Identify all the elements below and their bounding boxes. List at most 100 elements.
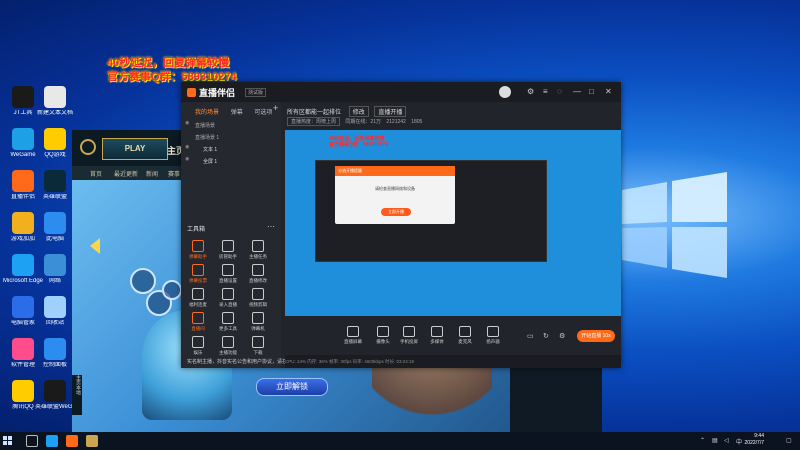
tool-label: 直播设置 [219,278,237,283]
close-icon[interactable]: ✕ [605,87,612,96]
tool-item[interactable]: 更多工具 [215,312,241,336]
tool-icon [252,288,264,300]
desktop-icon-label: 新建文本文档 [36,110,73,116]
desktop-icon-label: 控制面板 [42,362,67,368]
bottom-tool-button[interactable]: 扬声器 [481,326,505,345]
record-icon[interactable]: ▭ [527,332,534,340]
tool-item[interactable]: 娱乐 [185,336,211,360]
desktop-icon[interactable]: QQ游戏 [35,128,75,170]
app-icon [12,212,34,234]
start-button[interactable] [3,436,13,446]
tab-danmaku[interactable]: 弹幕 [231,110,243,116]
tool-item[interactable]: 下载 [245,336,271,360]
app-icon [44,128,66,150]
scene-item[interactable]: 直播场景 1 [195,134,219,141]
tab-options[interactable]: 可选项 [254,110,272,116]
desktop-icon[interactable]: 回收站 [35,296,75,338]
live-button[interactable]: 直播开播 [374,106,407,117]
tool-label: 直播修改 [249,278,267,283]
tool-item[interactable]: 录入直播 [215,288,241,312]
bottom-tool-button[interactable]: 多媒体 [425,326,449,345]
search-icon[interactable] [26,435,38,447]
desktop-icon[interactable]: 网络 [35,254,75,296]
champion-orb-icon [130,268,156,294]
game-nav-home[interactable]: 首页 [90,169,102,178]
scene-item[interactable]: 文本 1 [203,146,217,153]
desktop-icon[interactable]: 此电脑 [35,212,75,254]
tool-item[interactable]: 弹幕投票 [185,264,211,288]
bottom-tool-button[interactable]: 手机投屏 [397,326,421,345]
bottom-tool-button[interactable]: 直播屏幕 [341,326,365,345]
ime-lang[interactable]: 中 [736,437,742,446]
play-button[interactable]: PLAY [102,138,168,160]
eye-icon[interactable]: ◉ [185,156,189,162]
edge-taskbar-icon[interactable] [46,435,58,447]
room-title: 所有区都能一起排位 [287,110,342,116]
maximize-icon[interactable]: □ [589,87,594,96]
room-stats: 直播热度：周榜上周 同期在线：21万 2121242 1805 [287,117,422,126]
tab-scenes[interactable]: 我的场景 [195,110,219,116]
preview-dialog: 分流开播提醒 请检查直播网络和设备 立即开播 [335,166,455,224]
skin-icon[interactable]: ◌ [557,87,562,96]
volume-icon[interactable]: ◁ [724,437,729,444]
network-icon[interactable]: ▤ [712,437,718,444]
tool-icon [222,240,234,252]
avatar[interactable] [499,86,511,98]
lol-taskbar-icon[interactable] [86,435,98,447]
tool-item[interactable]: 直播修改 [245,264,271,288]
desktop-icon-label: 英雄联盟 [42,194,67,200]
stream-companion-window[interactable]: 直播伴侣 测试版 ⚙ ≡ ◌ — □ ✕ 我的场景 弹幕 可选项 直播场景 直播… [181,82,621,368]
tool-item[interactable]: 弹幕机 [245,312,271,336]
game-nav-news[interactable]: 新闻 [146,169,158,178]
menu-icon[interactable]: ≡ [543,87,548,96]
bottom-tool-label: 扬声器 [486,339,500,344]
tool-item[interactable]: 福利连麦 [185,288,211,312]
tool-item[interactable]: 弹幕助手 [185,240,211,264]
more-icon[interactable]: ⋯ [267,222,275,231]
stream-preview[interactable]: 40秒延迟，回复弹幕较慢 官方赛事Q群：589310274 分流开播提醒 请检查… [285,130,621,316]
game-nav-esports[interactable]: 赛事 [168,169,180,178]
minimize-icon[interactable]: — [573,87,581,96]
scene-item[interactable]: 直播场景 [195,122,215,129]
tool-icon [252,312,264,324]
carousel-prev-icon[interactable] [90,238,100,254]
app-icon [12,170,34,192]
settings-icon[interactable]: ⚙ [527,87,534,96]
stream-taskbar-icon[interactable] [66,435,78,447]
bottom-tool-label: 摄像头 [376,339,390,344]
bottom-tool-icon [347,326,359,337]
bottom-tool-button[interactable]: 麦克风 [453,326,477,345]
bottom-tool-icon [377,326,389,337]
desktop-icon[interactable]: 新建文本文档 [35,86,75,128]
tool-item[interactable]: 房管助手 [215,240,241,264]
desktop-icon[interactable]: 英雄联盟WeGame版 [35,380,75,422]
tool-item[interactable]: 主播任务 [245,240,271,264]
game-nav-updates[interactable]: 最近更新 [114,169,138,178]
notification-icon[interactable]: ▢ [786,437,792,444]
tool-item[interactable]: 直播间 [185,312,211,336]
tool-item[interactable]: 直播设置 [215,264,241,288]
app-icon [44,296,66,318]
eye-icon[interactable]: ◉ [185,144,189,150]
bottom-tool-icon [403,326,415,337]
add-scene-icon[interactable]: + [273,103,278,113]
desktop-icon-label: 英雄联盟WeGame版 [35,404,75,410]
settings-icon[interactable]: ⚙ [559,332,565,340]
start-live-button[interactable]: 开始直播 10s [577,330,615,342]
tool-item[interactable]: 主播功能 [215,336,241,360]
unlock-now-button[interactable]: 立即解锁 [256,378,328,396]
tool-icon [192,264,204,276]
scene-item[interactable]: 全屏 1 [203,158,217,165]
tool-label: 房管助手 [219,254,237,259]
tool-item[interactable]: 视频剪辑 [245,288,271,312]
desktop-icon[interactable]: 英雄联盟 [35,170,75,212]
app-icon [12,128,34,150]
desktop-icon[interactable]: 控制面板 [35,338,75,380]
refresh-icon[interactable]: ↻ [543,332,549,340]
edit-title-button[interactable]: 修改 [348,106,369,117]
eye-icon[interactable]: ◉ [185,120,189,126]
app-icon [44,254,66,276]
tray-up-icon[interactable]: ⌃ [700,437,705,444]
bottom-tool-button[interactable]: 摄像头 [371,326,395,345]
clock[interactable]: 9:44 2022/7/7 [745,433,764,447]
